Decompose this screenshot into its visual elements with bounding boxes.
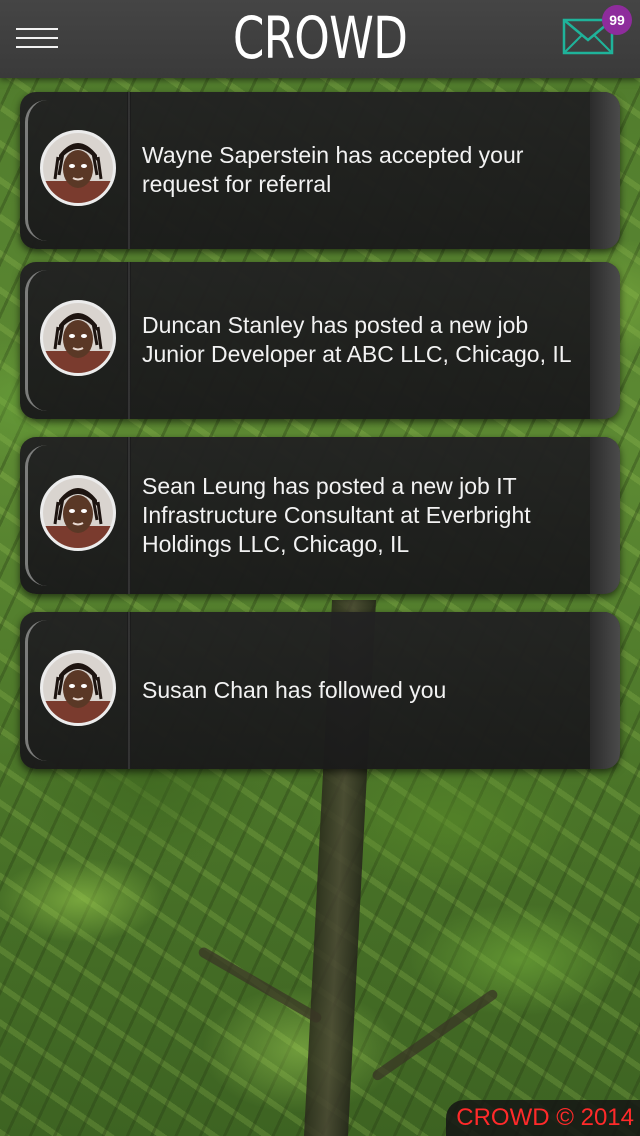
card-edge: [590, 92, 620, 249]
top-navigation-bar: CROWD 99: [0, 0, 640, 78]
hamburger-menu-icon[interactable]: [16, 28, 58, 50]
user-avatar[interactable]: [40, 475, 116, 551]
card-edge: [590, 262, 620, 419]
card-divider: [127, 92, 131, 249]
notification-text: Duncan Stanley has posted a new job Juni…: [142, 312, 572, 367]
notification-card[interactable]: Susan Chan has followed you: [20, 612, 620, 769]
user-avatar[interactable]: [40, 650, 116, 726]
unread-count-badge[interactable]: 99: [602, 5, 632, 35]
menu-line: [16, 37, 58, 39]
notification-text: Susan Chan has followed you: [142, 677, 447, 703]
notification-card[interactable]: Duncan Stanley has posted a new job Juni…: [20, 262, 620, 419]
menu-line: [16, 46, 58, 48]
background-branch: [196, 945, 324, 1025]
notification-text: Sean Leung has posted a new job IT Infra…: [142, 473, 531, 557]
card-edge: [590, 437, 620, 594]
card-edge: [590, 612, 620, 769]
notification-text: Wayne Saperstein has accepted your reque…: [142, 142, 524, 197]
app-title: CROWD: [232, 4, 408, 72]
copyright-footer: CROWD © 2014: [446, 1100, 640, 1136]
notification-card[interactable]: Wayne Saperstein has accepted your reque…: [20, 92, 620, 249]
card-divider: [127, 262, 131, 419]
menu-line: [16, 28, 58, 30]
card-divider: [127, 437, 131, 594]
user-avatar[interactable]: [40, 130, 116, 206]
user-avatar[interactable]: [40, 300, 116, 376]
notification-card[interactable]: Sean Leung has posted a new job IT Infra…: [20, 437, 620, 594]
background-branch: [370, 987, 500, 1083]
card-divider: [127, 612, 131, 769]
